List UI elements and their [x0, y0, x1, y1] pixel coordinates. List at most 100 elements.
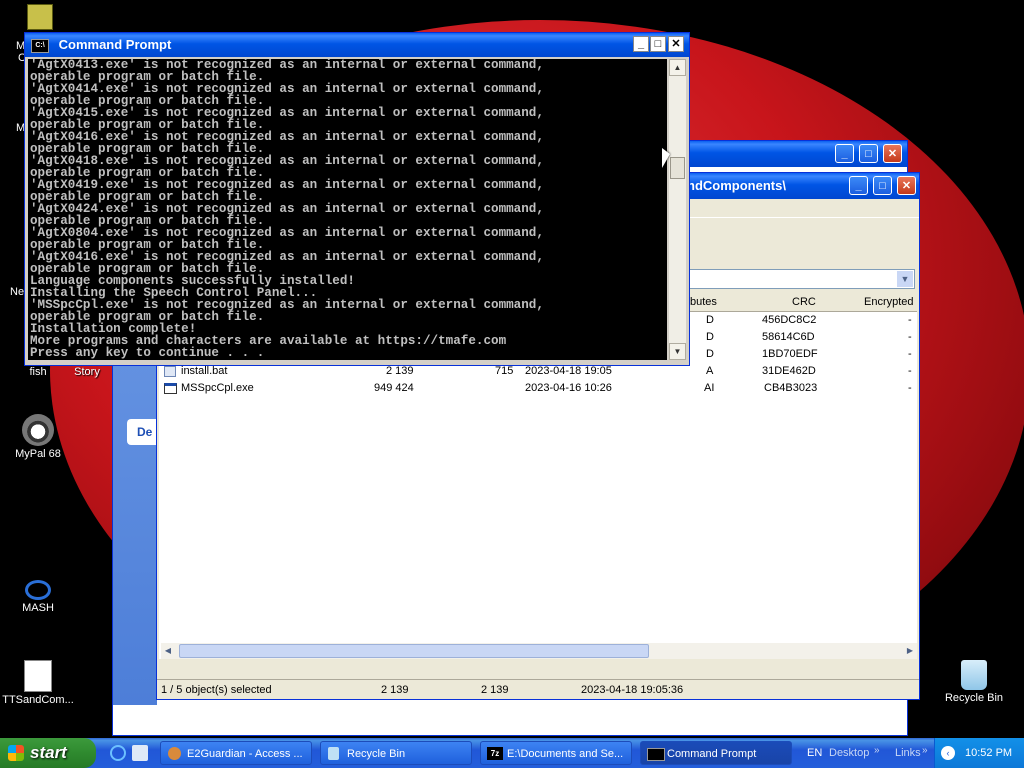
window-titlebar[interactable]: C:\ Command Prompt _ □ ✕ — [25, 33, 689, 57]
task-label: Recycle Bin — [347, 748, 406, 760]
task-recycle-bin[interactable]: Recycle Bin — [320, 741, 472, 765]
file-attr: AI — [704, 382, 715, 394]
desktop-icon-label: TTSandCom... — [2, 694, 74, 706]
maximize-button[interactable]: □ — [859, 144, 878, 163]
row-attr: D — [706, 314, 714, 326]
status-selected: 1 / 5 object(s) selected — [161, 684, 272, 696]
command-prompt-window[interactable]: C:\ Command Prompt _ □ ✕ 'AgtX0413.exe' … — [24, 32, 690, 366]
table-row[interactable]: MSSpcCpl.exe 949 424 2023-04-16 10:26 AI… — [164, 380, 916, 397]
desktop-icon-label: MASH — [22, 602, 54, 614]
desktop-icon-label: Story — [74, 366, 100, 378]
system-tray: ‹ 10:52 PM — [934, 738, 1024, 768]
double-chevron-icon[interactable]: » — [874, 738, 880, 764]
cmd-icon: C:\ — [31, 38, 49, 53]
row-crc: 1BD70EDF — [762, 348, 818, 360]
file-size: 949 424 — [374, 382, 414, 394]
console-scrollbar[interactable]: ▲ ▼ — [669, 59, 686, 360]
desktop-icon-mash[interactable]: MASH — [0, 580, 76, 614]
task-e2guardian[interactable]: E2Guardian - Access ... — [160, 741, 312, 765]
clock[interactable]: 10:52 PM — [965, 738, 1012, 768]
scroll-thumb[interactable] — [670, 157, 685, 179]
mash-icon — [25, 580, 51, 600]
table-row[interactable]: D 1BD70EDF - — [700, 346, 916, 363]
column-attributes[interactable]: butes — [690, 292, 717, 312]
task-label: Command Prompt — [667, 748, 757, 760]
desktop-icon-story[interactable]: Story — [62, 366, 112, 378]
batch-file-icon — [164, 366, 176, 377]
fox-icon — [168, 747, 181, 760]
status-packed: 2 139 — [481, 684, 509, 696]
row-attr: D — [706, 348, 714, 360]
recycle-bin-icon — [961, 660, 987, 690]
row-crc: 456DC8C2 — [762, 314, 817, 326]
desktop-icon-mypal[interactable]: MyPal 68 — [0, 414, 76, 460]
mouse-cursor — [662, 148, 670, 168]
task-label: E:\Documents and Se... — [507, 748, 624, 760]
maximize-button[interactable]: □ — [873, 176, 892, 195]
file-modified: 2023-04-16 10:26 — [525, 382, 612, 394]
minimize-button[interactable]: _ — [633, 36, 649, 52]
row-enc: - — [908, 348, 912, 360]
status-modified: 2023-04-18 19:05:36 — [581, 684, 684, 696]
exe-file-icon — [164, 383, 177, 394]
list-hscroll[interactable]: ◀ ▶ — [161, 643, 917, 659]
batch-file-icon — [24, 660, 52, 692]
row-attr: D — [706, 331, 714, 343]
console-line: Press any key to continue . . . — [30, 346, 265, 360]
column-encrypted[interactable]: Encrypted — [864, 292, 914, 312]
recycle-bin-icon — [328, 747, 339, 760]
task-label: E2Guardian - Access ... — [187, 748, 303, 760]
scroll-down-button[interactable]: ▼ — [669, 343, 686, 360]
file-enc: - — [908, 382, 912, 394]
quicklaunch-desktop-icon[interactable] — [132, 745, 148, 761]
links-toolbar[interactable]: Links — [895, 738, 921, 768]
cmd-icon — [647, 748, 665, 761]
left-tab[interactable]: De — [127, 419, 157, 445]
taskbar: start E2Guardian - Access ... Recycle Bi… — [0, 738, 1024, 768]
table-row[interactable]: D 456DC8C2 - — [700, 312, 916, 329]
desktop-toolbar[interactable]: Desktop — [829, 738, 869, 768]
scroll-up-button[interactable]: ▲ — [669, 59, 686, 76]
quicklaunch-browser-icon[interactable] — [110, 745, 126, 761]
row-enc: - — [908, 331, 912, 343]
scroll-left-button[interactable]: ◀ — [161, 643, 175, 659]
table-row[interactable]: D 58614C6D - — [700, 329, 916, 346]
file-name: MSSpcCpl.exe — [181, 382, 254, 394]
file-attr: A — [706, 365, 714, 377]
minimize-button[interactable]: _ — [835, 144, 854, 163]
row-crc: 58614C6D — [762, 331, 815, 343]
close-button[interactable]: ✕ — [897, 176, 916, 195]
scroll-thumb[interactable] — [179, 644, 649, 658]
task-command-prompt[interactable]: Command Prompt — [640, 741, 792, 765]
status-size: 2 139 — [381, 684, 409, 696]
7zip-icon: 7z — [487, 747, 503, 760]
chevron-down-icon[interactable]: ▼ — [897, 271, 913, 287]
tray-expand-icon[interactable]: ‹ — [941, 746, 955, 760]
window-title-path: ndComponents\ — [687, 178, 786, 193]
scroll-right-button[interactable]: ▶ — [903, 643, 917, 659]
status-bar: 1 / 5 object(s) selected 2 139 2 139 202… — [157, 679, 919, 700]
desktop-icon-top[interactable] — [2, 4, 78, 32]
partial-label: Ne — [10, 286, 25, 298]
desktop-icon-label: MyPal 68 — [15, 448, 61, 460]
raccoon-icon — [22, 414, 54, 446]
start-button[interactable]: start — [0, 738, 96, 768]
console-output[interactable]: 'AgtX0413.exe' is not recognized as an i… — [28, 59, 667, 360]
maximize-button[interactable]: □ — [650, 36, 666, 52]
desktop-icon-recycle-bin[interactable]: Recycle Bin — [936, 660, 1012, 704]
file-crc: 31DE462D — [762, 365, 816, 377]
language-indicator[interactable]: EN — [807, 738, 822, 768]
column-crc[interactable]: CRC — [792, 292, 816, 312]
start-label: start — [30, 743, 67, 762]
window-title: Command Prompt — [58, 37, 172, 52]
minimize-button[interactable]: _ — [849, 176, 868, 195]
close-button[interactable]: ✕ — [668, 36, 684, 52]
desktop-icon-label: Recycle Bin — [944, 692, 1004, 704]
windows-logo-icon — [8, 745, 24, 761]
desktop-icon-label: fish — [29, 366, 47, 378]
task-7zip[interactable]: 7z E:\Documents and Se... — [480, 741, 632, 765]
row-enc: - — [908, 314, 912, 326]
close-button[interactable]: ✕ — [883, 144, 902, 163]
double-chevron-icon[interactable]: » — [922, 738, 928, 764]
desktop-icon-ttsand[interactable]: TTSandCom... — [0, 660, 76, 706]
